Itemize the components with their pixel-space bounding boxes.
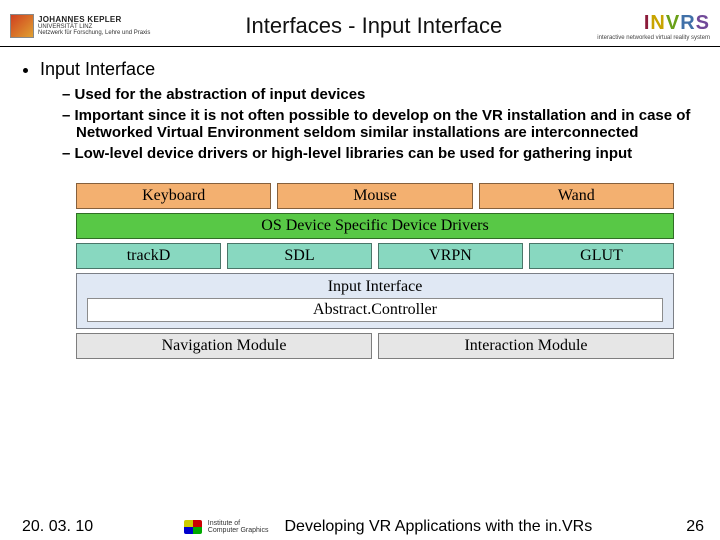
jku-logo: JOHANNES KEPLER UNIVERSITÄT LINZ Netzwer… (10, 14, 150, 38)
footer-date: 20. 03. 10 (22, 518, 112, 536)
footer-talk-title: Developing VR Applications with the in.V… (284, 518, 592, 536)
institute-name: Institute of Computer Graphics (208, 520, 269, 534)
diagram-label-input-interface: Input Interface (87, 278, 663, 296)
invrs-subtitle: interactive networked virtual reality sy… (597, 35, 710, 41)
diagram-box-input-interface: Input Interface Abstract.Controller (76, 273, 674, 329)
diagram-box-abstract-controller: Abstract.Controller (87, 298, 663, 322)
bullet-main-text: Input Interface (40, 59, 155, 79)
diagram-box-wand: Wand (479, 183, 674, 209)
bullet-sub: Important since it is not often possible… (62, 107, 704, 142)
diagram-box-glut: GLUT (529, 243, 674, 269)
footer-page-number: 26 (664, 518, 704, 536)
bullet-sub: Low-level device drivers or high-level l… (62, 145, 704, 163)
diagram-box-vrpn: VRPN (378, 243, 523, 269)
jku-name: JOHANNES KEPLER (38, 16, 150, 24)
diagram-box-interaction: Interaction Module (378, 333, 674, 359)
institute-logo-icon (184, 520, 202, 534)
diagram-box-trackd: trackD (76, 243, 221, 269)
header-divider (0, 46, 720, 47)
jku-sub2: Netzwerk für Forschung, Lehre und Praxis (38, 30, 150, 36)
diagram-box-navigation: Navigation Module (76, 333, 372, 359)
bullet-main: Input Interface Used for the abstraction… (40, 59, 704, 163)
jku-badge-icon (10, 14, 34, 38)
slide-footer: 20. 03. 10 Institute of Computer Graphic… (0, 518, 720, 536)
bullet-sub: Used for the abstraction of input device… (62, 86, 704, 104)
diagram-box-sdl: SDL (227, 243, 372, 269)
invrs-logo: INVRS interactive networked virtual real… (597, 12, 710, 41)
diagram-box-keyboard: Keyboard (76, 183, 271, 209)
slide-title: Interfaces - Input Interface (150, 13, 597, 39)
architecture-diagram: Keyboard Mouse Wand OS Device Specific D… (76, 183, 674, 359)
diagram-box-os-drivers: OS Device Specific Device Drivers (76, 213, 674, 239)
diagram-box-mouse: Mouse (277, 183, 472, 209)
